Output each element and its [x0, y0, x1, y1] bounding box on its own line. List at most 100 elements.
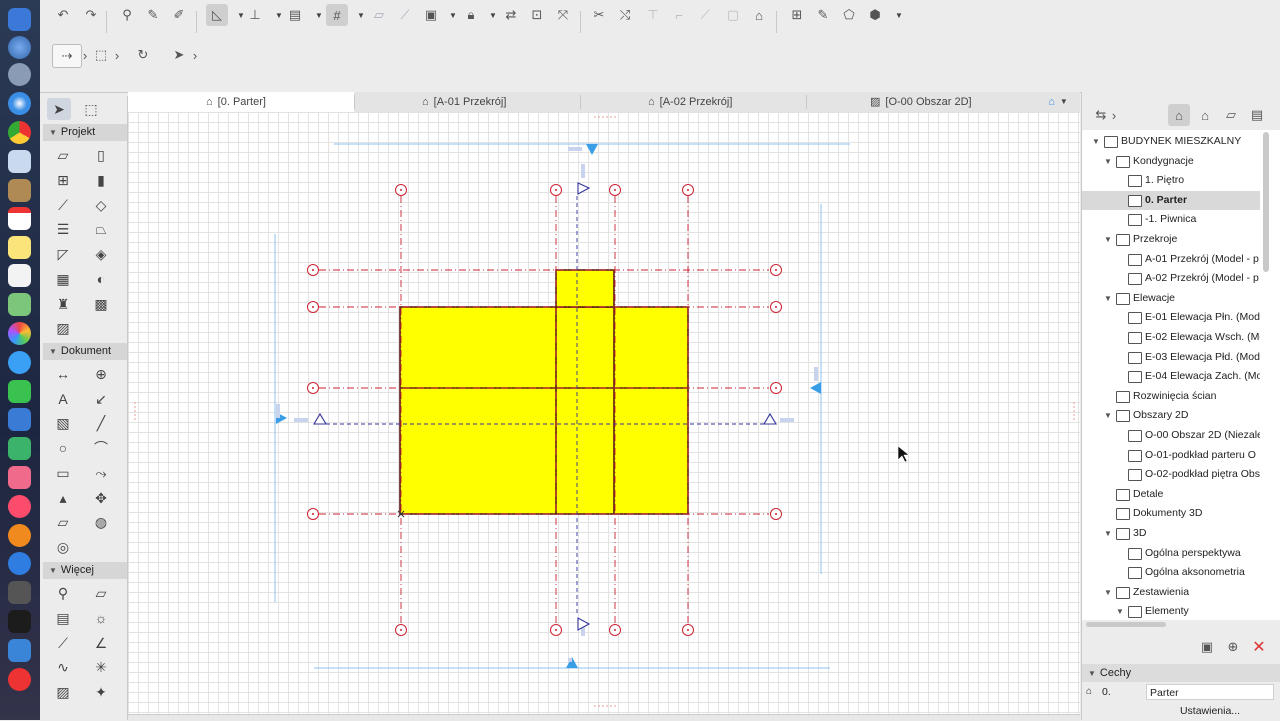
- marquee-icon[interactable]: ⬚: [79, 98, 103, 120]
- railing-icon[interactable]: ⟋: [51, 632, 75, 654]
- preview-icon[interactable]: [8, 150, 31, 173]
- properties-header[interactable]: ▼ Cechy: [1082, 664, 1280, 682]
- scale-icon[interactable]: ⊡: [526, 4, 548, 26]
- chevron-down-icon[interactable]: ▼: [1092, 132, 1100, 151]
- navigator-item[interactable]: ▼ Przekroje: [1082, 230, 1260, 249]
- line-icon[interactable]: ╱: [89, 412, 113, 434]
- arrow-tool-icon[interactable]: ➤: [168, 44, 190, 66]
- sketch-icon[interactable]: ✎: [812, 4, 834, 26]
- arc-icon[interactable]: ⌒: [89, 437, 113, 459]
- roof-icon[interactable]: ⌂: [748, 4, 770, 26]
- interior-elevation-icon[interactable]: ▤: [51, 607, 75, 629]
- fillet-icon[interactable]: ⌐: [668, 4, 690, 26]
- navigator-item[interactable]: ▼ Kondygnacje: [1082, 152, 1260, 171]
- xcode-icon[interactable]: [8, 639, 31, 662]
- grid-system-icon[interactable]: ⊞: [786, 4, 808, 26]
- angle-dimension-icon[interactable]: ∠: [89, 632, 113, 654]
- section-tool-icon[interactable]: ◍: [89, 511, 113, 533]
- text-icon[interactable]: A: [51, 388, 75, 410]
- redo-icon[interactable]: ↷: [80, 4, 102, 26]
- chevron-down-icon[interactable]: ▼: [1104, 524, 1112, 543]
- view-map-icon[interactable]: ⌂: [1194, 104, 1216, 126]
- find-select-icon[interactable]: ⚲: [116, 4, 138, 26]
- rotate-icon[interactable]: ↻: [132, 44, 154, 66]
- curve-icon[interactable]: ∿: [51, 656, 75, 678]
- tab-parter[interactable]: ⌂ [0. Parter]: [128, 92, 354, 112]
- hotspot-icon[interactable]: ▴: [51, 487, 75, 509]
- beam-icon[interactable]: ⟋: [51, 194, 75, 216]
- chevron-down-icon[interactable]: ▼: [1104, 152, 1112, 171]
- navigator-item[interactable]: ▼ BUDYNEK MIESZKALNY: [1082, 132, 1260, 151]
- shell-icon[interactable]: ◸: [51, 243, 75, 265]
- marquee-dotted-icon[interactable]: ⇢: [52, 44, 82, 68]
- worksheet-tool-icon[interactable]: ▨: [51, 681, 75, 703]
- toolbox-section-projekt[interactable]: ▼ Projekt: [43, 124, 127, 141]
- siri-icon[interactable]: [8, 36, 31, 59]
- navigator-item[interactable]: O-01-podkład parteru O: [1082, 446, 1260, 465]
- door-icon[interactable]: ▯: [89, 144, 113, 166]
- window-icon[interactable]: ⊞: [51, 169, 75, 191]
- mesh-icon[interactable]: ▨: [51, 317, 75, 339]
- fill-icon[interactable]: ▧: [51, 412, 75, 434]
- pages-icon[interactable]: [8, 466, 31, 489]
- render-icon[interactable]: ⬠: [838, 4, 860, 26]
- tab-a02-przekroj[interactable]: ⌂ [A-02 Przekrój]: [580, 92, 806, 112]
- column-icon[interactable]: ▮: [89, 169, 113, 191]
- navigator-item[interactable]: Ogólna perspektywa: [1082, 544, 1260, 563]
- facetime-icon[interactable]: [8, 380, 31, 403]
- navigator-item[interactable]: E-04 Elewacja Zach. (Mo: [1082, 367, 1260, 386]
- navigator-item[interactable]: ▼ 3D: [1082, 524, 1260, 543]
- books-icon[interactable]: [8, 524, 31, 547]
- publish-dropdown-icon[interactable]: ▼: [888, 4, 910, 26]
- intersect-icon[interactable]: ⊤: [642, 4, 664, 26]
- chevron-down-icon[interactable]: ▼: [1104, 583, 1112, 602]
- arrow-tool-more-icon[interactable]: ›: [190, 44, 200, 66]
- navigator-item[interactable]: ▼ Zestawienia: [1082, 583, 1260, 602]
- arrow-select-icon[interactable]: ➤: [47, 98, 71, 120]
- numbers-icon[interactable]: [8, 437, 31, 460]
- navigator-item[interactable]: 0. Parter: [1082, 190, 1260, 210]
- navigator-item[interactable]: A-02 Przekrój (Model - p: [1082, 269, 1260, 288]
- group-icon[interactable]: ▣: [420, 4, 442, 26]
- curtain-wall-icon[interactable]: ▦: [51, 268, 75, 290]
- tab-overview-button[interactable]: ⌂ ▼: [1040, 92, 1076, 112]
- selection-arrow-icon[interactable]: ›: [112, 44, 122, 66]
- lamp-icon[interactable]: ☼: [89, 607, 113, 629]
- music-icon[interactable]: [8, 495, 31, 518]
- lock-icon[interactable]: 🔒︎: [460, 4, 482, 26]
- roof-tool-icon[interactable]: ⏢: [89, 218, 113, 240]
- app-store-icon[interactable]: [8, 552, 31, 575]
- chevron-down-icon[interactable]: ▼: [1104, 289, 1112, 308]
- tab-a01-przekroj[interactable]: ⌂ [A-01 Przekrój]: [354, 92, 580, 112]
- navigator-item[interactable]: O-02-podkład piętra Obs: [1082, 465, 1260, 484]
- navigator-item[interactable]: ▼ Obszary 2D: [1082, 406, 1260, 425]
- gravity-icon[interactable]: ▤: [284, 4, 306, 26]
- label-icon[interactable]: ↙: [89, 388, 113, 410]
- stair-icon[interactable]: ☰: [51, 218, 75, 240]
- photos-icon[interactable]: [8, 322, 31, 345]
- navigator-item[interactable]: Dokumenty 3D: [1082, 504, 1260, 523]
- morph-icon[interactable]: ◐: [89, 268, 113, 290]
- slab-icon[interactable]: ◇: [89, 194, 113, 216]
- chevron-down-icon[interactable]: ▼: [1116, 602, 1124, 620]
- floor-plan-canvas[interactable]: [128, 112, 1080, 715]
- split-icon[interactable]: ✂: [588, 4, 610, 26]
- calendar-icon[interactable]: [8, 207, 31, 230]
- circle-icon[interactable]: ○: [51, 437, 75, 459]
- publisher-sets-icon[interactable]: ▤: [1246, 104, 1268, 126]
- navigator-item[interactable]: ▼ Elewacje: [1082, 289, 1260, 308]
- layout-book-icon[interactable]: ▱: [1220, 104, 1242, 126]
- grid-snap-icon[interactable]: #: [326, 4, 348, 26]
- launchpad-icon[interactable]: [8, 63, 31, 86]
- delete-icon[interactable]: ✕: [1248, 636, 1270, 658]
- keynote-icon[interactable]: [8, 408, 31, 431]
- navigator-item[interactable]: -1. Piwnica: [1082, 210, 1260, 229]
- elevation-icon[interactable]: ▱: [89, 582, 113, 604]
- guide-lines-icon[interactable]: ◺: [206, 4, 228, 26]
- adjust-icon[interactable]: ⤭: [614, 4, 636, 26]
- tab-o00-obszar[interactable]: ▨ [O-00 Obszar 2D]: [806, 92, 1036, 112]
- drawing-icon[interactable]: ▱: [51, 511, 75, 533]
- chrome-icon[interactable]: [8, 121, 31, 144]
- grid-element-icon[interactable]: ⚲: [51, 582, 75, 604]
- chevron-down-icon[interactable]: ▼: [1104, 230, 1112, 249]
